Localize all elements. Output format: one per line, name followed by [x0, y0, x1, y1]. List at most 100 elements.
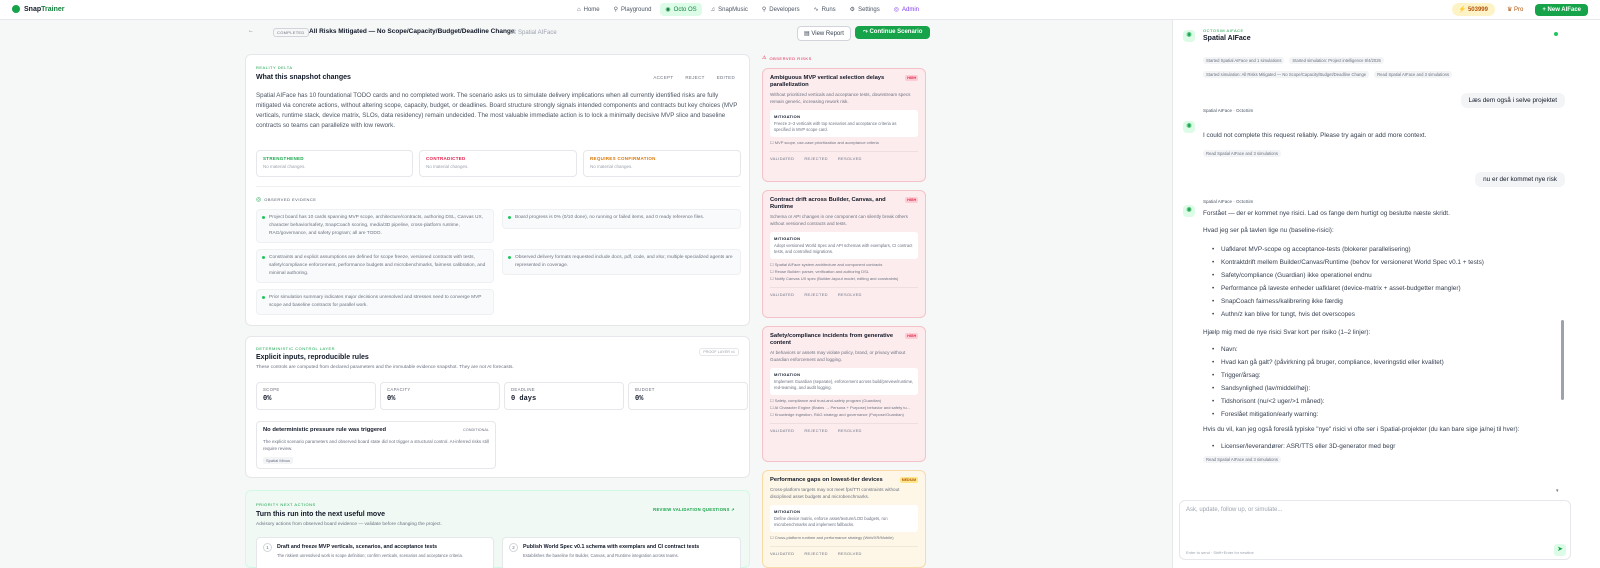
activity-pill[interactable]: Started simulation: All Risks Mitigated …: [1203, 71, 1370, 78]
rejected-button[interactable]: REJECTED: [804, 551, 828, 556]
pro-button[interactable]: ♛ Pro: [1503, 3, 1527, 16]
nav-admin[interactable]: ◎ Admin: [889, 3, 924, 16]
stat-value: No material changes.: [263, 164, 306, 169]
risk-card[interactable]: Safety/compliance incidents from generat…: [762, 326, 926, 462]
snapshot-eyebrow: REALITY DELTA: [256, 65, 293, 70]
breadcrumb[interactable]: / ⌘ Spatial AIFace: [507, 29, 557, 36]
activity-pill[interactable]: Read Spatial AIFace and 3 simulations: [1374, 71, 1453, 78]
nav-label: Settings: [858, 6, 880, 13]
back-arrow-icon[interactable]: ←: [248, 28, 254, 34]
view-report-button[interactable]: ▤ View Report: [797, 26, 851, 41]
nav-label: Admin: [902, 6, 920, 13]
activity-pill[interactable]: Read Spatial AIFace and 3 simulations: [1203, 456, 1281, 463]
action-item[interactable]: 2 Publish World Spec v0.1 schema with ex…: [502, 537, 741, 568]
linked-card[interactable]: ☐ Spatial AIFace system architecture and…: [770, 262, 918, 268]
linked-card-label: Notify Canvas UX spec (Builder-layout mo…: [774, 276, 899, 281]
activity-pill[interactable]: Read Spatial AIFace and 3 simulations: [1203, 150, 1281, 157]
metric-label: SCOPE: [263, 387, 280, 392]
rejected-button[interactable]: REJECTED: [804, 156, 828, 161]
severity-badge: MEDIUM: [899, 477, 918, 483]
new-aiface-button[interactable]: + New AIFace: [1535, 3, 1588, 16]
linked-card[interactable]: ☐ Reuse Builder: parser, verification an…: [770, 269, 918, 275]
risk-card[interactable]: Performance gaps on lowest-tier devices …: [762, 470, 926, 568]
rejected-button[interactable]: REJECTED: [804, 292, 828, 297]
risk-card[interactable]: Ambiguous MVP vertical selection delays …: [762, 68, 926, 182]
metric-deadline: DEADLINE 0 days: [504, 382, 624, 410]
resolved-button[interactable]: RESOLVED: [838, 156, 862, 161]
stat-requires-confirmation: REQUIRES CONFIRMATION No material change…: [583, 150, 741, 177]
validated-button[interactable]: VALIDATED: [770, 292, 794, 297]
nav-snapmusic[interactable]: ♫ SnapMusic: [706, 3, 753, 16]
top-right-actions: ⚡ 503999 ♛ Pro + New AIFace: [1451, 3, 1588, 16]
linked-card[interactable]: ☐ Safety, compliance and trust-and-safet…: [770, 398, 918, 404]
nav-octo-os[interactable]: ◉ Octo OS: [660, 3, 702, 16]
send-icon[interactable]: ➤: [1554, 544, 1566, 556]
risk-description: AI behaviors or assets may violate polic…: [770, 350, 906, 362]
linked-card[interactable]: ☐ AI Character Engine (Brains → Persona …: [770, 405, 918, 411]
tab-edited[interactable]: EDITED: [717, 75, 735, 80]
top-bar: SnapTrainer ⌂ Home ⚲ Playground ◉ Octo OS ♫…: [0, 0, 1600, 20]
brand-logo[interactable]: SnapTrainer: [12, 5, 64, 13]
mitigation-text: Implement Guardian (separate), enforceme…: [774, 379, 914, 390]
activity-pills: Read Spatial AIFace and 3 simulations: [1203, 150, 1286, 157]
risk-title: Performance gaps on lowest-tier devices: [770, 477, 883, 483]
priority-title: Turn this run into the next useful move: [256, 511, 385, 518]
status-badge: COMPLETED: [273, 28, 309, 37]
metric-budget: BUDGET 0%: [628, 382, 748, 410]
chat-messages[interactable]: ✺ OCTOSIM AIFACE Spatial AIFace Started …: [1173, 20, 1600, 500]
octo-icon: ◉: [665, 7, 671, 13]
stat-label: STRENGTHENED: [263, 156, 304, 161]
resolved-button[interactable]: RESOLVED: [838, 292, 862, 297]
linked-card[interactable]: ☐ Knowledge ingestion, RAG strategy and …: [770, 412, 918, 418]
message-sender: Spatial AIFace · OctoSim: [1203, 199, 1254, 204]
list-item: Uafklaret MVP-scope og acceptance-tests …: [1203, 243, 1573, 256]
nav-developers[interactable]: ⚲ Developers: [757, 3, 805, 16]
linked-card[interactable]: ☐ Cross-platform runtime and performance…: [770, 535, 918, 541]
music-icon: ♫: [710, 6, 716, 13]
nav-runs[interactable]: ∿ Runs: [809, 3, 841, 16]
mitigation-box: MITIGATION Define device matrix, enforce…: [770, 505, 918, 532]
priority-actions-card: PRIORITY NEXT ACTIONS Turn this run into…: [245, 490, 750, 568]
view-report-label: View Report: [811, 31, 844, 37]
action-desc: Establishes the baseline for Builder, Ca…: [523, 553, 679, 558]
validated-button[interactable]: VALIDATED: [770, 428, 794, 433]
nav-settings[interactable]: ⚙ Settings: [845, 3, 885, 16]
review-validation-link[interactable]: REVIEW VALIDATION QUESTIONS ↗: [653, 507, 735, 512]
validated-button[interactable]: VALIDATED: [770, 156, 794, 161]
resolved-button[interactable]: RESOLVED: [838, 428, 862, 433]
action-item[interactable]: 1 Draft and freeze MVP verticals, scenar…: [256, 537, 494, 568]
linked-card[interactable]: ☐ MVP scope, use-case prioritization and…: [770, 140, 918, 146]
rejected-button[interactable]: REJECTED: [804, 428, 828, 433]
continue-scenario-button[interactable]: ⤳ Continue Scenario: [855, 26, 931, 39]
validated-button[interactable]: VALIDATED: [770, 551, 794, 556]
message-paragraph: Hjælp mig med de nye risici Svar kort pe…: [1203, 329, 1371, 336]
pro-label: Pro: [1514, 7, 1524, 13]
priority-subtitle: Advisory actions from observed board evi…: [256, 522, 442, 527]
nav-playground[interactable]: ⚲ Playground: [609, 3, 657, 16]
linked-card[interactable]: ☐ Notify Canvas UX spec (Builder-layout …: [770, 276, 918, 282]
scroll-down-icon[interactable]: ▾: [1556, 488, 1559, 494]
chat-header-title: Spatial AIFace: [1203, 35, 1251, 42]
risk-card[interactable]: Contract drift across Builder, Canvas, a…: [762, 190, 926, 318]
action-title: Draft and freeze MVP verticals, scenario…: [277, 544, 438, 550]
chat-input-placeholder[interactable]: Ask, update, follow up, or simulate...: [1186, 507, 1282, 513]
snapshot-title: What this snapshot changes: [256, 74, 351, 81]
tab-accept[interactable]: ACCEPT: [653, 75, 673, 80]
chat-composer[interactable]: Ask, update, follow up, or simulate... E…: [1179, 500, 1571, 560]
person-icon: ⚲: [613, 7, 619, 13]
mitigation-box: MITIGATION Implement Guardian (separate)…: [770, 368, 918, 395]
chat-panel: ✺ OCTOSIM AIFACE Spatial AIFace Started …: [1172, 20, 1600, 568]
rule-chip[interactable]: Spatial Minus: [263, 457, 294, 464]
stat-value: No material changes.: [590, 164, 633, 169]
linked-card-label: Safety, compliance and trust-and-safety …: [774, 398, 882, 403]
tab-reject[interactable]: REJECT: [685, 75, 704, 80]
chat-scrollbar[interactable]: [1561, 320, 1564, 400]
stat-value: No material changes.: [426, 164, 469, 169]
rule-body: The explicit scenario parameters and obs…: [263, 439, 489, 451]
resolved-button[interactable]: RESOLVED: [838, 551, 862, 556]
activity-pill[interactable]: Started simulation: Project intelligence…: [1289, 57, 1384, 64]
activity-pill[interactable]: Started Spatial AIFace and 1 simulations: [1203, 57, 1285, 64]
risk-actions: VALIDATED REJECTED RESOLVED: [770, 287, 918, 297]
credits-badge[interactable]: ⚡ 503999: [1451, 3, 1495, 16]
nav-home[interactable]: ⌂ Home: [572, 3, 605, 16]
